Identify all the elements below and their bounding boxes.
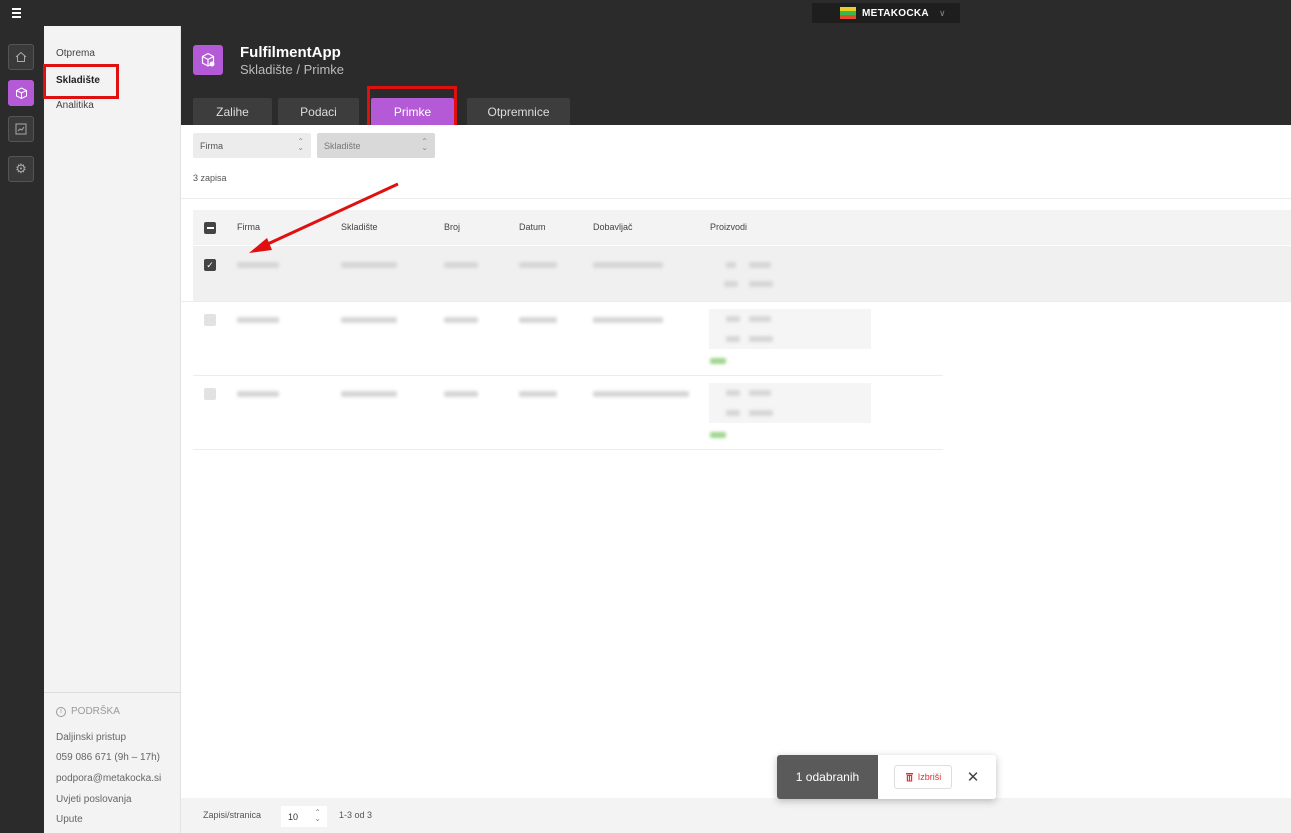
blurred-datum xyxy=(519,262,557,268)
close-icon[interactable]: ✕ xyxy=(963,765,983,789)
page-range: 1-3 od 3 xyxy=(339,810,373,820)
analytics-icon[interactable] xyxy=(8,116,34,142)
top-bar: METAKOCKA ∨ xyxy=(0,0,1291,26)
support-phone: 059 086 671 (9h – 17h) xyxy=(56,752,160,763)
blurred-product xyxy=(749,281,773,287)
blurred-qty xyxy=(724,281,738,287)
support-section: i PODRŠKA Daljinski pristup 059 086 671 … xyxy=(44,692,181,825)
blurred-firma xyxy=(237,262,279,268)
blurred-dobavljac xyxy=(593,317,663,323)
blurred-qty xyxy=(726,410,740,416)
delete-button[interactable]: Izbriši xyxy=(894,765,952,789)
firma-select[interactable]: Firma ⌃ ⌄ xyxy=(193,133,311,158)
selected-count: 1 odabranih xyxy=(777,755,878,799)
blurred-product xyxy=(749,262,771,268)
row-checkbox[interactable] xyxy=(204,388,216,400)
tab-podaci[interactable]: Podaci xyxy=(278,98,359,125)
side-menu: Otprema Skladište Analitika i PODRŠKA Da… xyxy=(43,26,181,833)
sidebar-item-otprema[interactable]: Otprema xyxy=(56,48,95,59)
icon-rail: ⚙ xyxy=(0,26,44,833)
blurred-qty xyxy=(726,390,740,396)
blurred-status-badge xyxy=(710,358,726,364)
support-email-link[interactable]: podpora@metakocka.si xyxy=(56,773,161,784)
divider xyxy=(193,449,943,450)
app-header: FulfilmentApp Skladište / Primke Zalihe … xyxy=(181,26,1291,131)
tab-otpremnice[interactable]: Otpremnice xyxy=(467,98,570,125)
blurred-status-badge xyxy=(710,432,726,438)
table-row[interactable] xyxy=(193,376,943,449)
row-checkbox[interactable]: ✓ xyxy=(204,259,216,271)
blurred-skladiste xyxy=(341,391,397,397)
chevron-down-icon: ∨ xyxy=(938,7,946,18)
blurred-firma xyxy=(237,391,279,397)
firma-select-label: Firma xyxy=(200,140,223,151)
support-title: i PODRŠKA xyxy=(56,706,120,717)
tab-zalihe[interactable]: Zalihe xyxy=(193,98,272,125)
blurred-broj xyxy=(444,317,478,323)
table-row[interactable] xyxy=(193,302,943,375)
select-arrows-icon: ⌃ ⌄ xyxy=(314,808,321,823)
blurred-dobavljac xyxy=(593,391,689,397)
blurred-skladiste xyxy=(341,317,397,323)
blurred-product xyxy=(749,316,771,322)
skladiste-select-label: Skladište xyxy=(324,140,361,151)
support-terms-link[interactable]: Uvjeti poslovanja xyxy=(56,794,132,805)
support-remote-link[interactable]: Daljinski pristup xyxy=(56,732,126,743)
blurred-skladiste xyxy=(341,262,397,268)
select-arrows-icon: ⌃ ⌄ xyxy=(421,137,428,152)
tab-primke[interactable]: Primke xyxy=(371,98,454,125)
main-content: Firma ⌃ ⌄ Skladište ⌃ ⌄ 3 zapisa Firma Skl… xyxy=(181,125,1291,833)
selection-toast: 1 odabranih Izbriši ✕ xyxy=(777,755,996,799)
blurred-datum xyxy=(519,317,557,323)
records-count: 3 zapisa xyxy=(193,173,227,183)
blurred-firma xyxy=(237,317,279,323)
blurred-qty xyxy=(726,262,736,268)
select-all-checkbox[interactable] xyxy=(204,222,216,234)
annotation-arrow-icon xyxy=(249,182,399,253)
gear-icon[interactable]: ⚙ xyxy=(8,156,34,182)
blurred-broj xyxy=(444,391,478,397)
column-header-datum[interactable]: Datum xyxy=(519,222,546,232)
blurred-qty xyxy=(726,316,740,322)
blurred-qty xyxy=(726,336,740,342)
page-size-label: Zapisi/stranica xyxy=(203,810,262,820)
fulfilment-box-icon xyxy=(193,45,223,75)
delete-button-label: Izbriši xyxy=(917,772,942,782)
app-title: FulfilmentApp xyxy=(240,44,341,61)
page-size-select[interactable]: 10 ⌃ ⌄ xyxy=(281,806,327,827)
pagination-bar: Zapisi/stranica 10 ⌃ ⌄ 1-3 od 3 xyxy=(181,798,1291,833)
blurred-product xyxy=(749,390,771,396)
blurred-broj xyxy=(444,262,478,268)
sidebar-item-analitika[interactable]: Analitika xyxy=(56,100,94,111)
row-checkbox[interactable] xyxy=(204,314,216,326)
menu-icon[interactable] xyxy=(6,3,26,23)
blurred-product xyxy=(749,410,773,416)
page-size-value: 10 xyxy=(288,811,299,822)
brand-name: METAKOCKA xyxy=(862,7,929,19)
breadcrumb: Skladište / Primke xyxy=(240,62,345,77)
metakocka-logo-icon xyxy=(840,7,856,19)
blurred-datum xyxy=(519,391,557,397)
home-icon[interactable] xyxy=(8,44,34,70)
column-header-proizvodi[interactable]: Proizvodi xyxy=(710,222,747,232)
support-title-text: PODRŠKA xyxy=(71,706,120,717)
blurred-dobavljac xyxy=(593,262,663,268)
column-header-dobavljac[interactable]: Dobavljač xyxy=(593,222,633,232)
select-arrows-icon: ⌃ ⌄ xyxy=(297,137,304,152)
sidebar-item-skladiste[interactable]: Skladište xyxy=(56,75,100,86)
support-guide-link[interactable]: Upute xyxy=(56,814,83,825)
trash-icon xyxy=(905,773,913,782)
blurred-product xyxy=(749,336,773,342)
skladiste-select[interactable]: Skladište ⌃ ⌄ xyxy=(317,133,435,158)
fulfilment-app-icon[interactable] xyxy=(8,80,34,106)
column-header-broj[interactable]: Broj xyxy=(444,222,460,232)
info-icon: i xyxy=(56,706,66,717)
company-switcher[interactable]: METAKOCKA ∨ xyxy=(812,3,960,23)
